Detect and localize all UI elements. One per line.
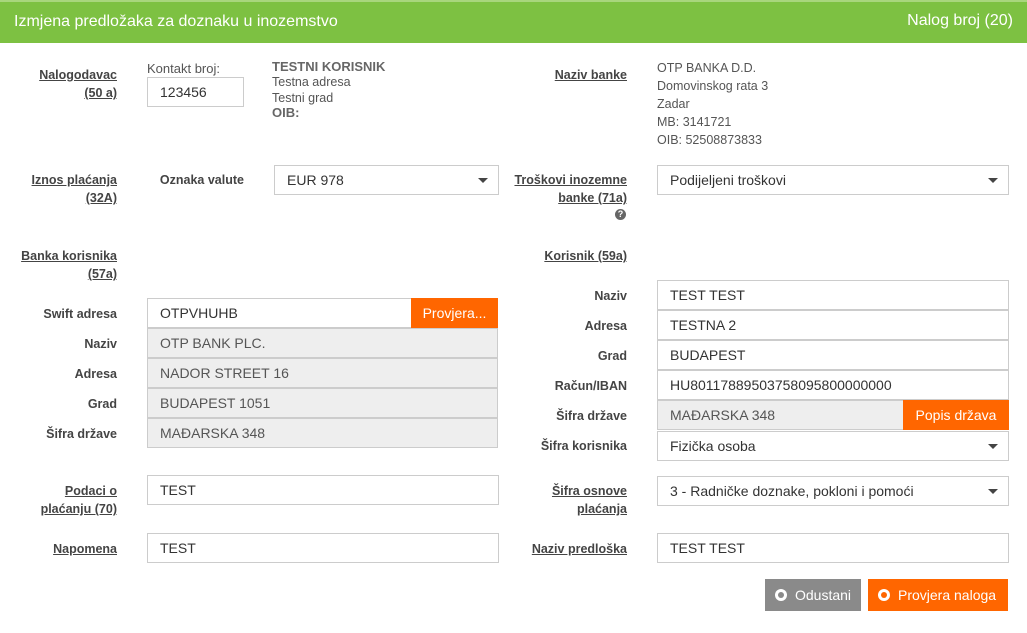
bank-country-label: Šifra države bbox=[46, 427, 117, 441]
beneficiary-city-input[interactable]: BUDAPEST bbox=[657, 340, 1009, 370]
currency-value: EUR 978 bbox=[287, 172, 344, 188]
bank-line: OTP BANKA D.D. bbox=[657, 61, 757, 75]
bank-address-label: Adresa bbox=[74, 367, 117, 381]
payment-details-label[interactable]: Podaci o plaćanju (70) bbox=[20, 482, 117, 518]
check-circle-icon bbox=[878, 589, 890, 601]
beneficiary-type-label: Šifra korisnika bbox=[540, 439, 627, 453]
swift-check-button[interactable]: Provjera... bbox=[411, 298, 498, 328]
beneficiary-country-field: MAĐARSKA 348 bbox=[657, 400, 907, 430]
country-list-button[interactable]: Popis država bbox=[903, 400, 1009, 430]
beneficiary-name-input[interactable]: TEST TEST bbox=[657, 280, 1009, 310]
iban-input[interactable]: HU80117889503758095800000000 bbox=[657, 370, 1009, 400]
check-order-button-label: Provjera naloga bbox=[898, 587, 997, 603]
chevron-down-icon bbox=[478, 178, 488, 183]
bank-line: Zadar bbox=[657, 97, 690, 111]
fees-label[interactable]: Troškovi inozemne banke (71a) bbox=[510, 171, 627, 207]
bank-city-field: BUDAPEST 1051 bbox=[147, 388, 498, 418]
template-name-label[interactable]: Naziv predloška bbox=[510, 540, 627, 558]
payment-details-input[interactable]: TEST bbox=[147, 475, 499, 505]
purpose-value: 3 - Radničke doznake, pokloni i pomoći bbox=[670, 483, 914, 499]
swift-label: Swift adresa bbox=[43, 307, 117, 321]
cancel-button-label: Odustani bbox=[795, 587, 852, 603]
bank-address-field: NADOR STREET 16 bbox=[147, 358, 498, 388]
beneficiary-type-select[interactable]: Fizička osoba bbox=[657, 431, 1009, 461]
bank-name-field: OTP BANK PLC. bbox=[147, 328, 498, 358]
purpose-label[interactable]: Šifra osnove plaćanja bbox=[527, 482, 627, 518]
page-title: Izmjena predložaka za doznaku u inozemst… bbox=[14, 13, 338, 30]
beneficiary-country-label: Šifra države bbox=[556, 409, 627, 423]
chevron-down-icon bbox=[988, 489, 998, 494]
currency-label: Oznaka valute bbox=[159, 173, 244, 187]
fees-value: Podijeljeni troškovi bbox=[670, 172, 786, 188]
bank-line: OIB: 52508873833 bbox=[657, 133, 762, 147]
bank-city-label: Grad bbox=[87, 397, 117, 411]
payer-oib-label: OIB: bbox=[272, 105, 300, 120]
beneficiary-city-label: Grad bbox=[597, 349, 627, 363]
bank-country-field: MAĐARSKA 348 bbox=[147, 418, 498, 448]
cancel-circle-icon bbox=[775, 589, 787, 601]
beneficiary-type-value: Fizička osoba bbox=[670, 438, 756, 454]
note-input[interactable]: TEST bbox=[147, 533, 499, 563]
swift-input[interactable]: OTPVHUHB bbox=[147, 298, 412, 328]
bank-line: MB: 3141721 bbox=[657, 115, 732, 129]
beneficiary-bank-label[interactable]: Banka korisnika (57a) bbox=[20, 247, 117, 283]
fees-select[interactable]: Podijeljeni troškovi bbox=[657, 165, 1009, 195]
payer-label[interactable]: Nalogodavac (50 a) bbox=[20, 66, 117, 102]
purpose-select[interactable]: 3 - Radničke doznake, pokloni i pomoći bbox=[657, 476, 1009, 506]
bank-line: Domovinskog rata 3 bbox=[657, 79, 769, 93]
template-name-input[interactable]: TEST TEST bbox=[657, 533, 1009, 563]
amount-label[interactable]: Iznos plaćanja (32A) bbox=[20, 171, 117, 207]
bank-label[interactable]: Naziv banke bbox=[527, 66, 627, 84]
contact-input[interactable]: 123456 bbox=[147, 77, 244, 107]
check-order-button[interactable]: Provjera naloga bbox=[868, 579, 1008, 611]
note-label[interactable]: Napomena bbox=[20, 540, 117, 558]
page-header: Izmjena predložaka za doznaku u inozemst… bbox=[0, 0, 1027, 43]
contact-label: Kontakt broj: bbox=[147, 61, 220, 76]
chevron-down-icon bbox=[988, 444, 998, 449]
currency-select[interactable]: EUR 978 bbox=[274, 165, 499, 195]
cancel-button[interactable]: Odustani bbox=[765, 579, 861, 611]
beneficiary-address-label: Adresa bbox=[584, 319, 627, 333]
iban-label: Račun/IBAN bbox=[554, 379, 627, 393]
beneficiary-address-input[interactable]: TESTNA 2 bbox=[657, 310, 1009, 340]
bank-name-label: Naziv bbox=[84, 337, 117, 351]
question-circle-icon[interactable]: ? bbox=[615, 209, 626, 220]
chevron-down-icon bbox=[988, 178, 998, 183]
order-number: Nalog broj (20) bbox=[907, 12, 1013, 29]
beneficiary-name-label: Naziv bbox=[594, 289, 627, 303]
beneficiary-label[interactable]: Korisnik (59a) bbox=[510, 247, 627, 265]
